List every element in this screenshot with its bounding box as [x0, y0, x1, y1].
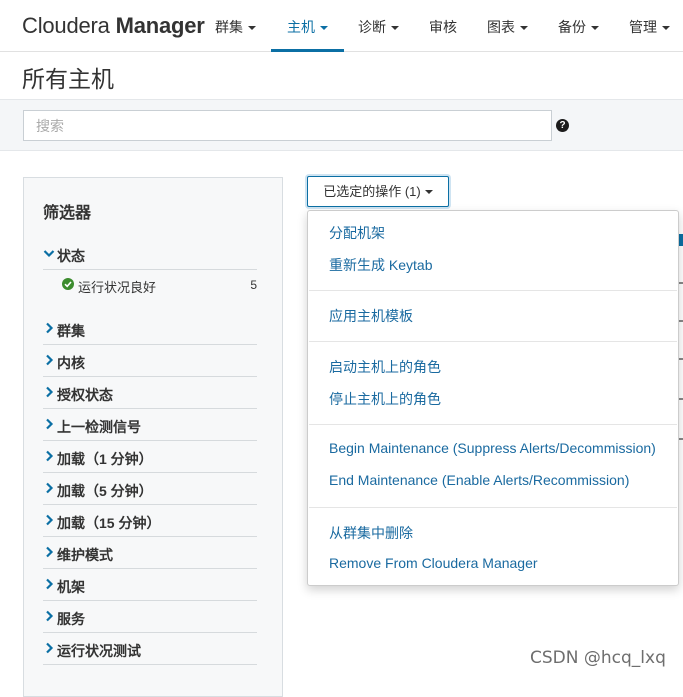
- facet-label: 加载（5 分钟）: [57, 483, 153, 499]
- chevron-right-icon: [46, 578, 54, 590]
- facet-label: 维护模式: [57, 547, 113, 563]
- search-bar: ?: [0, 99, 683, 151]
- menu-divider: [309, 341, 677, 342]
- menu-item-stop-roles[interactable]: 停止主机上的角色: [329, 389, 441, 409]
- menu-item-regenerate-keytab[interactable]: 重新生成 Keytab: [329, 255, 432, 275]
- nav-clusters-label: 群集: [215, 19, 243, 35]
- brand-text-cloudera: Cloudera: [22, 13, 116, 38]
- menu-item-apply-host-template[interactable]: 应用主机模板: [329, 306, 413, 326]
- menu-divider: [309, 290, 677, 291]
- check-circle-icon: [62, 278, 74, 290]
- chevron-right-icon: [46, 418, 54, 430]
- nav-backup[interactable]: 备份: [556, 0, 601, 51]
- question-circle-icon[interactable]: ?: [556, 119, 569, 132]
- menu-item-start-roles[interactable]: 启动主机上的角色: [329, 357, 441, 377]
- facet-kernel[interactable]: 内核: [43, 345, 257, 377]
- facet-health-tests[interactable]: 运行状况测试: [43, 633, 257, 665]
- menu-item-remove-from-cluster[interactable]: 从群集中删除: [329, 523, 413, 543]
- brand-text-manager: Manager: [115, 13, 205, 38]
- chevron-down-icon: [424, 190, 433, 194]
- selected-actions-label: 已选定的操作 (1): [323, 184, 421, 199]
- chevron-down-icon: [591, 26, 599, 30]
- selected-actions-button[interactable]: 已选定的操作 (1): [307, 176, 449, 207]
- facet-option-healthy[interactable]: 运行状况良好 5: [61, 270, 257, 300]
- menu-divider: [309, 507, 677, 508]
- menu-item-remove-from-cloudera-manager[interactable]: Remove From Cloudera Manager: [329, 555, 538, 571]
- chevron-right-icon: [46, 482, 54, 494]
- facet-license-status[interactable]: 授权状态: [43, 377, 257, 409]
- nav-clusters[interactable]: 群集: [213, 0, 258, 51]
- chevron-down-icon: [43, 250, 55, 258]
- nav-charts-label: 图表: [487, 19, 515, 35]
- nav-audits[interactable]: 审核: [427, 0, 459, 51]
- nav-diagnostics-label: 诊断: [358, 19, 386, 35]
- facet-label: 运行状况测试: [57, 643, 141, 659]
- menu-item-begin-maintenance[interactable]: Begin Maintenance (Suppress Alerts/Decom…: [329, 440, 656, 456]
- facet-label: 内核: [57, 355, 85, 371]
- nav-charts[interactable]: 图表: [485, 0, 530, 51]
- nav-administration-label: 管理: [629, 19, 657, 35]
- brand-logo[interactable]: Cloudera Manager: [22, 13, 205, 39]
- chevron-right-icon: [46, 450, 54, 462]
- chevron-right-icon: [46, 322, 54, 334]
- facet-option-count: 5: [250, 278, 257, 292]
- facet-load-15min[interactable]: 加载（15 分钟）: [43, 505, 257, 537]
- menu-divider: [309, 424, 677, 425]
- facet-label: 状态: [57, 248, 85, 264]
- nav-administration[interactable]: 管理: [627, 0, 672, 51]
- facet-label: 机架: [57, 579, 85, 595]
- facet-load-1min[interactable]: 加载（1 分钟）: [43, 441, 257, 473]
- filter-title: 筛选器: [43, 205, 92, 222]
- facet-option-label: 运行状况良好: [78, 280, 157, 295]
- search-input[interactable]: [23, 110, 552, 141]
- page-title: 所有主机: [22, 66, 114, 92]
- facet-label: 服务: [57, 611, 85, 627]
- facet-label: 加载（1 分钟）: [57, 451, 153, 467]
- nav-backup-label: 备份: [558, 19, 586, 35]
- menu-item-assign-rack[interactable]: 分配机架: [329, 223, 385, 243]
- chevron-down-icon: [520, 26, 528, 30]
- chevron-down-icon: [391, 26, 399, 30]
- chevron-right-icon: [46, 386, 54, 398]
- chevron-right-icon: [46, 354, 54, 366]
- nav-audits-label: 审核: [429, 19, 457, 35]
- facet-cluster[interactable]: 群集: [43, 313, 257, 345]
- chevron-right-icon: [46, 610, 54, 622]
- facet-load-5min[interactable]: 加载（5 分钟）: [43, 473, 257, 505]
- nav-diagnostics[interactable]: 诊断: [356, 0, 401, 51]
- menu-item-end-maintenance[interactable]: End Maintenance (Enable Alerts/Recommiss…: [329, 472, 629, 488]
- nav-hosts[interactable]: 主机: [271, 0, 344, 52]
- nav-hosts-label: 主机: [287, 19, 315, 35]
- filter-panel: 筛选器 状态 运行状况良好 5 群集 内核 授权状态 上一检测信号 加载（1 分…: [23, 177, 283, 697]
- facet-maintenance-mode[interactable]: 维护模式: [43, 537, 257, 569]
- chevron-right-icon: [46, 642, 54, 654]
- chevron-down-icon: [320, 26, 328, 30]
- chevron-right-icon: [46, 514, 54, 526]
- facet-label: 上一检测信号: [57, 419, 141, 435]
- chevron-down-icon: [662, 26, 670, 30]
- facet-services[interactable]: 服务: [43, 601, 257, 633]
- watermark: CSDN @hcq_lxq: [530, 648, 666, 668]
- chevron-down-icon: [248, 26, 256, 30]
- facet-label: 授权状态: [57, 387, 113, 403]
- actions-dropdown-menu: 分配机架 重新生成 Keytab 应用主机模板 启动主机上的角色 停止主机上的角…: [307, 210, 679, 586]
- facet-rack[interactable]: 机架: [43, 569, 257, 601]
- chevron-right-icon: [46, 546, 54, 558]
- facet-label: 群集: [57, 323, 85, 339]
- facet-last-heartbeat[interactable]: 上一检测信号: [43, 409, 257, 441]
- facet-status[interactable]: 状态: [43, 238, 257, 270]
- facet-label: 加载（15 分钟）: [57, 515, 161, 531]
- top-navbar: Cloudera Manager 群集 主机 诊断 审核 图表 备份 管理: [0, 0, 683, 52]
